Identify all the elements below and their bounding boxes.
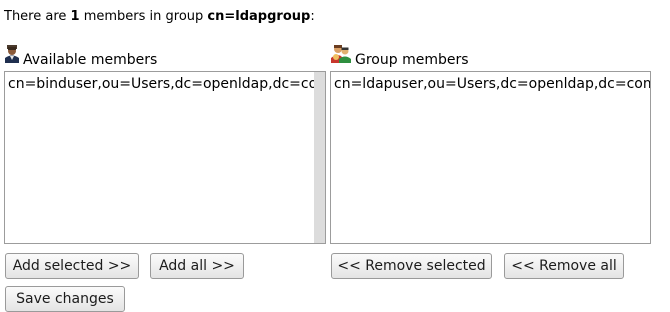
group-members-title: Group members	[355, 52, 469, 68]
summary-prefix: There are	[4, 9, 71, 24]
group-member-option[interactable]: cn=ldapuser,ou=Users,dc=openldap,dc=com	[334, 75, 650, 93]
member-count: 1	[70, 9, 80, 24]
save-changes-button[interactable]: Save changes	[5, 286, 125, 312]
available-member-option[interactable]: cn=binduser,ou=Users,dc=openldap,dc=com	[8, 75, 325, 93]
user-icon	[4, 45, 20, 67]
remove-all-button[interactable]: << Remove all	[504, 253, 624, 279]
summary-middle: members in group	[79, 9, 208, 24]
remove-selected-button[interactable]: << Remove selected	[331, 253, 492, 279]
available-members-title: Available members	[23, 52, 158, 68]
group-icon	[330, 44, 352, 68]
group-members-header: Group members	[330, 44, 469, 68]
add-selected-button[interactable]: Add selected >>	[5, 253, 139, 279]
group-summary-text: There are 1 members in group cn=ldapgrou…	[4, 9, 315, 24]
available-members-header: Available members	[4, 44, 157, 68]
group-name: cn=ldapgroup	[207, 9, 311, 24]
add-all-button[interactable]: Add all >>	[150, 253, 244, 279]
available-members-scrollbar[interactable]	[314, 72, 325, 243]
available-members-list[interactable]: cn=binduser,ou=Users,dc=openldap,dc=com	[4, 71, 326, 244]
summary-suffix: :	[310, 9, 315, 24]
group-members-list[interactable]: cn=ldapuser,ou=Users,dc=openldap,dc=com	[330, 71, 651, 244]
